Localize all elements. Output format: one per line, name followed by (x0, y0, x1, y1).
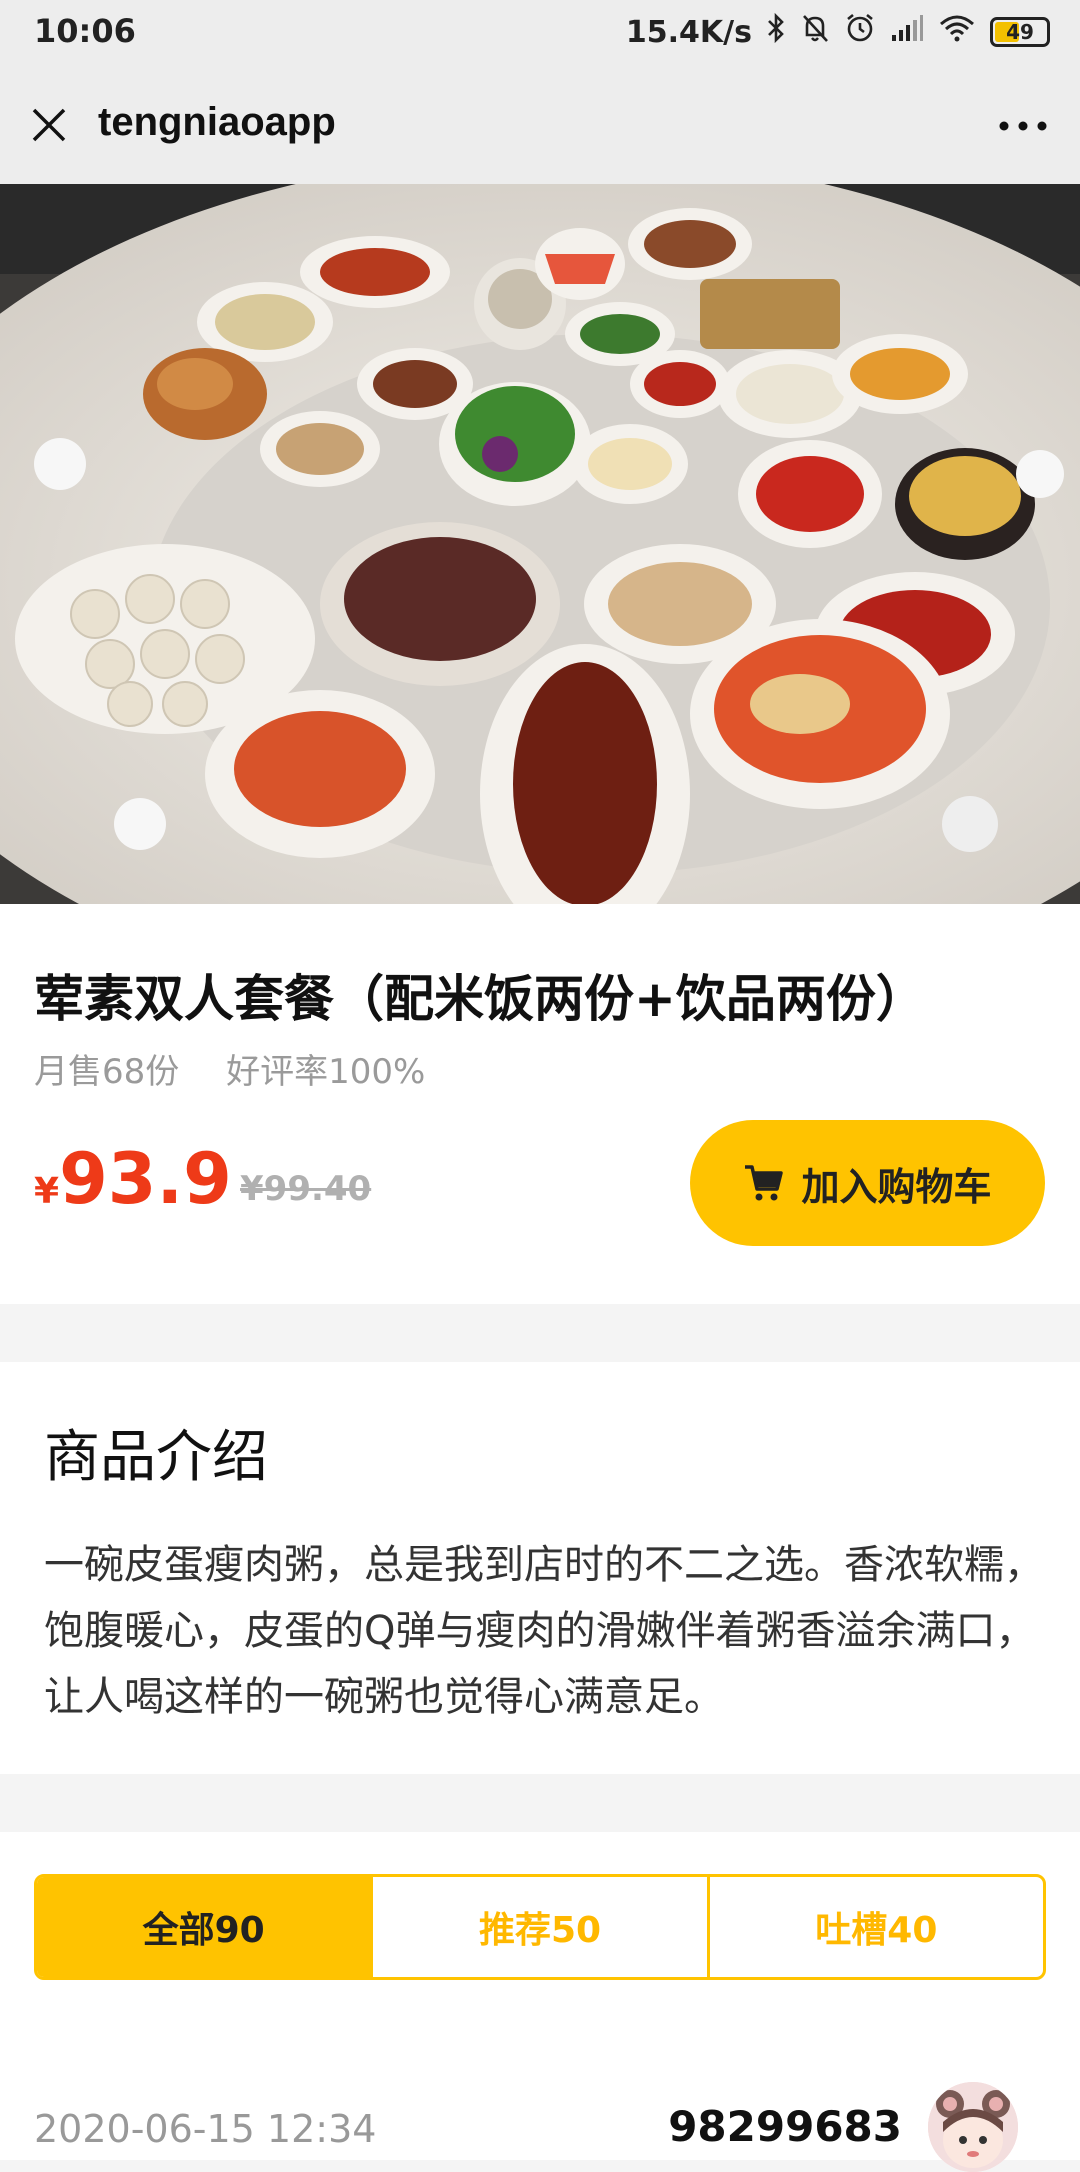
product-image (0, 184, 1080, 904)
alarm-icon (844, 12, 876, 52)
intro-text: 一碗皮蛋瘦肉粥，总是我到店时的不二之选。香浓软糯，饱腹暖心，皮蛋的Q弹与瘦肉的滑… (44, 1542, 1044, 1720)
bell-muted-icon (800, 12, 830, 52)
reviews-section: 全部90 推荐50 吐槽40 2020-06-15 12:34 98299683 (0, 1832, 1080, 2172)
tab-recommend[interactable]: 推荐50 (370, 1877, 706, 1977)
page-title: tengniaoapp (98, 100, 336, 144)
current-price: ¥93.9 (34, 1138, 232, 1220)
monthly-sales: 月售68份 (34, 1052, 180, 1092)
close-button[interactable] (24, 100, 74, 150)
tab-all[interactable]: 全部90 (37, 1877, 371, 1977)
more-dots-icon (999, 121, 1047, 131)
status-icons: 15.4K/s 49 (626, 12, 1050, 52)
review-date: 2020-06-15 12:34 (34, 2107, 377, 2151)
status-time: 10:06 (34, 12, 136, 50)
add-to-cart-button[interactable]: 加入购物车 (690, 1120, 1045, 1246)
close-icon (32, 108, 66, 142)
review-tabs: 全部90 推荐50 吐槽40 (34, 1874, 1046, 1980)
signal-icon (890, 13, 924, 51)
product-stats: 月售68份 好评率100% (34, 1044, 461, 1093)
avatar[interactable] (928, 2082, 1018, 2172)
rating: 好评率100% (226, 1052, 426, 1092)
add-to-cart-label: 加入购物车 (801, 1164, 992, 1209)
product-info: 荤素双人套餐（配米饭两份+饮品两份） 月售68份 好评率100% ¥93.9 ¥… (0, 904, 1080, 1304)
review-username: 98299683 (668, 2102, 902, 2151)
bluetooth-icon (766, 12, 786, 52)
price-value: 93.9 (59, 1138, 232, 1220)
currency-symbol: ¥ (34, 1171, 60, 1212)
product-intro: 商品介绍 一碗皮蛋瘦肉粥，总是我到店时的不二之选。香浓软糯，饱腹暖心，皮蛋的Q弹… (0, 1362, 1080, 1774)
original-price: ¥99.40 (240, 1169, 372, 1209)
status-bar: 10:06 15.4K/s 49 (0, 0, 1080, 66)
nav-bar: tengniaoapp (0, 66, 1080, 184)
product-title: 荤素双人套餐（配米饭两份+饮品两份） (34, 970, 926, 1028)
intro-heading: 商品介绍 (44, 1425, 268, 1490)
network-speed: 15.4K/s (625, 14, 752, 50)
wifi-icon (938, 13, 976, 51)
battery-icon: 49 (990, 17, 1050, 47)
more-button[interactable] (992, 104, 1054, 148)
cart-icon (745, 1165, 784, 1201)
battery-level: 49 (1006, 20, 1034, 44)
tab-complain[interactable]: 吐槽40 (706, 1877, 1043, 1977)
